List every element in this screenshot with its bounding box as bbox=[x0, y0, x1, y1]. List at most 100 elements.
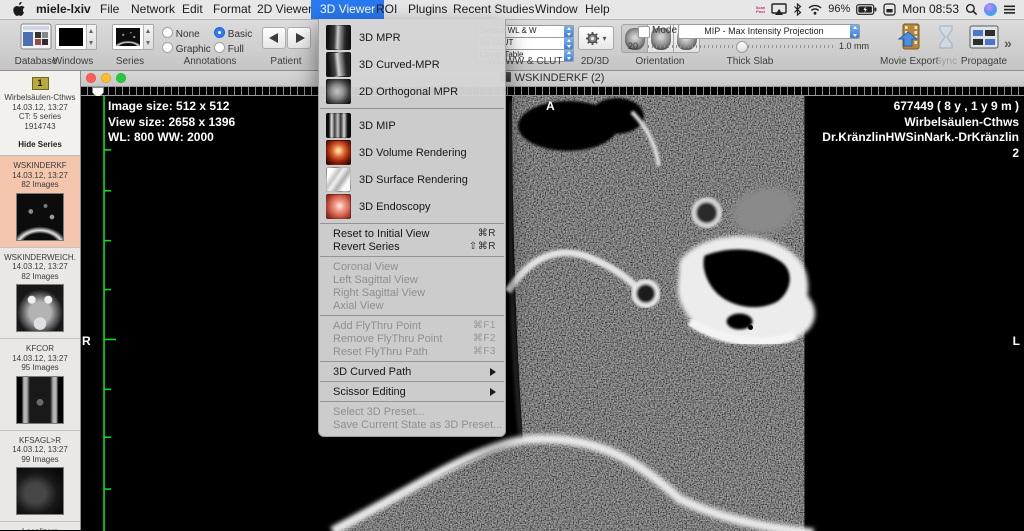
shortcut: ⌘F2 bbox=[473, 333, 496, 344]
viewer-window: WSKINDERKF (2) bbox=[80, 70, 1024, 530]
projection-stepper-icon[interactable] bbox=[850, 24, 860, 39]
series-date: 14.03.12, 13:27 bbox=[0, 354, 80, 364]
app-menu[interactable]: miele-lxiv bbox=[36, 0, 91, 19]
radio-full-icon[interactable] bbox=[214, 42, 225, 53]
menu-2d-viewer[interactable]: 2D Viewer bbox=[257, 0, 312, 19]
windows-stepper[interactable] bbox=[86, 25, 96, 49]
menu-separator bbox=[320, 223, 504, 224]
series-stepper[interactable] bbox=[143, 25, 153, 49]
annotations-graphic[interactable]: Graphic bbox=[162, 42, 211, 55]
annotations-none[interactable]: None bbox=[162, 27, 200, 40]
series-thumbnail[interactable] bbox=[16, 376, 64, 424]
next-patient-button[interactable] bbox=[287, 27, 311, 49]
orientation-anterior: A bbox=[546, 99, 555, 115]
menu-item-3d-curved-path[interactable]: 3D Curved Path bbox=[319, 365, 505, 378]
menu-recent-studies[interactable]: Recent Studies bbox=[453, 0, 534, 19]
menu-item-3d-mpr[interactable]: 3D MPR bbox=[319, 24, 505, 51]
submenu-arrow-icon bbox=[490, 368, 496, 376]
annotations-basic[interactable]: Basic bbox=[214, 27, 252, 40]
menu-item-reset-initial-view[interactable]: Reset to Initial View⌘R bbox=[319, 227, 505, 240]
radio-none-icon[interactable] bbox=[162, 27, 173, 38]
siri-icon[interactable] bbox=[984, 3, 997, 16]
series-name: KFCOR bbox=[0, 344, 80, 354]
menu-help[interactable]: Help bbox=[585, 0, 610, 19]
menu-item-3d-curved-mpr[interactable]: 3D Curved-MPR bbox=[319, 51, 505, 78]
thick-slab-group: Mode: MIP - Max Intensity Projection 20 … bbox=[626, 19, 874, 70]
menu-file[interactable]: File bbox=[100, 0, 119, 19]
radio-basic-icon[interactable] bbox=[214, 27, 225, 38]
menu-item-3d-surface-rendering[interactable]: 3D Surface Rendering bbox=[319, 166, 505, 193]
series-item-kfsagl[interactable]: KFSAGL>R 14.03.12, 13:27 99 Images bbox=[0, 431, 80, 523]
spotlight-icon[interactable] bbox=[965, 3, 978, 16]
menu-separator bbox=[320, 361, 504, 362]
battery-icon[interactable] bbox=[856, 4, 877, 15]
menu-item-2d-orthogonal-mpr[interactable]: 2D Orthogonal MPR bbox=[319, 78, 505, 105]
airplay-icon[interactable] bbox=[771, 3, 787, 16]
chevron-down-icon: ▾ bbox=[602, 34, 606, 43]
series-thumbnail[interactable] bbox=[16, 193, 64, 241]
window-titlebar[interactable]: WSKINDERKF (2) bbox=[80, 70, 1024, 87]
thick-slab-mode-checkbox[interactable] bbox=[638, 26, 650, 38]
series-item-wskinderweich[interactable]: WSKINDERWEICH. 14.03.12, 13:27 82 Images bbox=[0, 248, 80, 340]
movie-export-button[interactable] bbox=[896, 23, 923, 55]
windows-preview bbox=[59, 28, 83, 46]
series-count: 99 Images bbox=[0, 455, 80, 465]
menu-item-3d-mip[interactable]: 3D MIP bbox=[319, 112, 505, 139]
right-arrow-icon bbox=[296, 33, 305, 43]
previous-patient-button[interactable] bbox=[262, 27, 286, 49]
series-sidebar: 1 Wirbelsäulen-Cthws 14.03.12, 13:27 CT:… bbox=[0, 70, 81, 530]
menu-item-revert-series[interactable]: Revert Series⇧⌘R bbox=[319, 240, 505, 253]
study-header[interactable]: 1 Wirbelsäulen-Cthws 14.03.12, 13:27 CT:… bbox=[0, 70, 80, 156]
2d3d-button[interactable]: ▾ bbox=[578, 26, 614, 50]
menu-separator bbox=[320, 108, 504, 109]
radio-graphic-icon[interactable] bbox=[162, 42, 173, 53]
series-thumbnail[interactable] bbox=[16, 467, 64, 515]
windows-selector[interactable] bbox=[55, 24, 97, 50]
projection-select[interactable]: MIP - Max Intensity Projection bbox=[678, 24, 860, 39]
left-arrow-icon bbox=[269, 33, 278, 43]
annotations-full[interactable]: Full bbox=[214, 42, 244, 55]
menu-format[interactable]: Format bbox=[213, 0, 251, 19]
menu-item-3d-endoscopy[interactable]: 3D Endoscopy bbox=[319, 193, 505, 220]
gear-icon bbox=[585, 31, 600, 46]
ct-image-view[interactable]: Image size: 512 x 512 View size: 2658 x … bbox=[80, 96, 1024, 531]
menu-item-add-flythru-point: Add FlyThru Point⌘F1 bbox=[319, 319, 505, 332]
menu-separator bbox=[320, 401, 504, 402]
hide-series-button[interactable]: Hide Series bbox=[1, 140, 79, 149]
notification-center-icon[interactable] bbox=[1003, 4, 1016, 15]
series-thumbnail[interactable] bbox=[16, 284, 64, 332]
menu-window[interactable]: Window bbox=[535, 0, 578, 19]
toolbar-overflow-chevron[interactable]: » bbox=[1004, 35, 1012, 51]
menu-item-select-3d-preset: Select 3D Preset... bbox=[319, 405, 505, 418]
thickness-slider-thumb[interactable] bbox=[736, 41, 748, 53]
submenu-arrow-icon bbox=[490, 388, 496, 396]
patient-id-age: 677449 ( 8 y , 1 y 9 m ) bbox=[822, 99, 1019, 115]
input-source-icon[interactable] bbox=[883, 3, 896, 16]
menu-network[interactable]: Network bbox=[131, 0, 175, 19]
menu-item-scissor-editing[interactable]: Scissor Editing bbox=[319, 385, 505, 398]
series-item-wskinderkf[interactable]: WSKINDERKF 14.03.12, 13:27 82 Images bbox=[0, 156, 80, 248]
clock[interactable]: Mon 08:53 bbox=[902, 0, 959, 19]
menu-item-reset-flythru-path: Reset FlyThru Path⌘F3 bbox=[319, 345, 505, 358]
menu-roi[interactable]: ROI bbox=[376, 0, 397, 19]
series-count: 82 Images bbox=[0, 272, 80, 282]
thickness-slider[interactable] bbox=[648, 45, 833, 48]
endoscopy-thumbnail-icon bbox=[326, 194, 351, 219]
series-item-localizers[interactable]: Localizers 14.03.12, 13:26 bbox=[0, 522, 80, 530]
bluetooth-icon[interactable] bbox=[793, 3, 802, 16]
mip-thumbnail-icon bbox=[326, 113, 351, 138]
series-name: KFSAGL>R bbox=[0, 436, 80, 446]
slice-position-slider[interactable] bbox=[80, 87, 1024, 96]
wifi-icon[interactable] bbox=[808, 4, 822, 15]
menu-plugins[interactable]: Plugins bbox=[408, 0, 447, 19]
propagate-button[interactable] bbox=[969, 25, 999, 54]
menu-item-3d-volume-rendering[interactable]: 3D Volume Rendering bbox=[319, 139, 505, 166]
series-item-kfcor[interactable]: KFCOR 14.03.12, 13:27 95 Images bbox=[0, 339, 80, 431]
volume-rendering-thumbnail-icon bbox=[326, 140, 351, 165]
series-selector[interactable] bbox=[112, 24, 154, 50]
menu-edit[interactable]: Edit bbox=[182, 0, 203, 19]
menu-3d-viewer[interactable]: 3D Viewer bbox=[311, 0, 384, 19]
apple-menu-icon[interactable] bbox=[13, 0, 26, 19]
orientation-right: R bbox=[82, 334, 91, 350]
scanpost-icon[interactable]: ScanPost bbox=[756, 6, 766, 14]
